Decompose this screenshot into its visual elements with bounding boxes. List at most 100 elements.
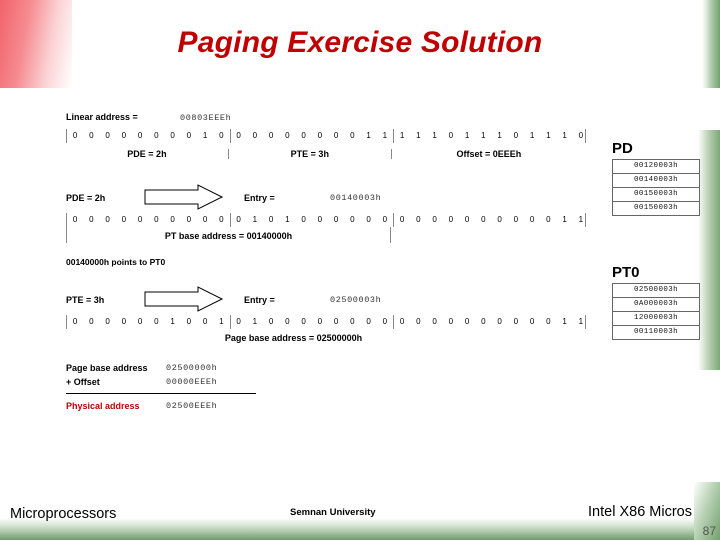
memory-entry-cell: 12000003h [613,312,699,326]
bit-cell: 1 [529,131,535,140]
right-arrow-icon [144,184,224,210]
bit-cells-row2: 0 0 0 0 0 0 0 0 0 0 0 1 0 1 0 0 0 0 0 0 0 0 0 0 0 0 0 0 0 0 1 1 [67,213,585,227]
bit-cell: 0 [497,215,502,224]
page-title: Paging Exercise Solution [177,26,543,59]
bit-group: 0 1 0 1 0 0 0 0 0 0 [229,213,394,227]
pte-entry-row: PTE = 3h Entry = 02500003h [66,285,586,315]
bit-cell: 0 [448,215,454,224]
bit-cell: 0 [464,317,470,326]
bit-cell: 0 [137,215,143,224]
bit-cell: 0 [416,317,421,326]
bit-cell: 1 [202,131,208,140]
bit-cells-row3: 0 0 0 0 0 0 1 0 0 1 0 1 0 0 0 0 0 0 0 0 0 0 0 0 0 0 0 0 0 0 1 1 [67,315,585,329]
bit-cell: 1 [416,131,421,140]
bit-cell: 0 [350,215,355,224]
pde-entry-row: PDE = 2h Entry = 00140003h [66,183,586,213]
sum-label-physical-address: Physical address [66,401,140,411]
bit-cell: 1 [285,215,290,224]
sum-line-offset: + Offset 00000EEEh [66,375,266,389]
bit-cell: 1 [562,317,567,326]
pd-table: 00120003h 00140003h 00150003h 00150003h [612,159,700,216]
bit-cell: 0 [529,215,535,224]
bit-cell: 0 [105,317,110,326]
pt-base-address-caption: PT base address = 00140000h [66,227,391,243]
bit-group: 0 0 0 0 0 0 0 0 1 1 [229,129,394,143]
pte-entry-label: PTE = 3h [66,295,105,305]
bit-cell: 0 [121,215,127,224]
bit-cell: 0 [546,215,551,224]
bit-cell: 0 [219,215,224,224]
bit-cell: 0 [202,317,208,326]
sum-value-page-base: 02500000h [166,363,218,373]
memory-entry-cell: 00110003h [633,328,679,336]
bit-cell: 0 [219,131,224,140]
bit-cell: 0 [432,317,437,326]
bit-cell: 0 [105,131,110,140]
bit-cell: 0 [301,215,306,224]
memory-entry-cell: 00140003h [613,174,699,188]
bit-cell: 1 [481,131,486,140]
bit-cell: 0 [72,317,78,326]
bit-cell: 0 [285,317,290,326]
footer-right-text: Intel X86 Micros [588,504,692,520]
sum-label-offset: + Offset [66,377,100,387]
bit-cell: 0 [382,317,388,326]
bit-cell: 0 [481,215,486,224]
bit-group: 0 0 0 0 0 0 0 0 0 0 [67,213,230,227]
pte-entry-value: 02500003h [330,295,382,305]
bit-cell: 0 [448,131,454,140]
decor-right-band [698,130,720,370]
bit-cell: 1 [546,131,551,140]
bit-cell: 1 [219,317,224,326]
bit-cell: 0 [137,317,143,326]
bit-group: 0 0 0 0 0 0 0 0 0 0 1 1 [393,213,589,227]
bit-cell: 0 [236,131,241,140]
pde-entry-bit-row: 0 0 0 0 0 0 0 0 0 0 0 1 0 1 0 0 0 0 0 0 0 0 0 0 0 0 0 0 0 0 1 1 [66,213,586,227]
field-offset: Offset = 0EEEh [390,149,586,159]
bit-cell: 0 [333,215,339,224]
bit-cell: 0 [481,317,486,326]
pte-entry-eq-label: Entry = [244,295,275,305]
paging-diagram: Linear address = 00803EEEh 0000000010000… [66,112,586,413]
field-pte: PTE = 3h [227,149,391,159]
pt0-table-container: PT0 02500003h 0A000003h 12000003h 00110003h [612,264,700,340]
bit-cell: 0 [236,215,241,224]
memory-entry-cell: 0A000003h [613,298,699,312]
bit-cell: 0 [416,215,421,224]
pte-entry-bit-row: 0 0 0 0 0 0 1 0 0 1 0 1 0 0 0 0 0 0 0 0 0 0 0 0 0 0 0 0 0 0 1 1 [66,315,586,329]
arrow-icon-2 [144,286,244,314]
bit-cell: 0 [121,317,127,326]
memory-entry-cell: 02500003h [613,284,699,298]
bit-cell: 0 [513,215,519,224]
bit-cell: 0 [154,215,159,224]
memory-entry-cell: 00150003h [633,204,679,212]
bit-cell: 0 [301,131,306,140]
bit-cell: 0 [513,131,519,140]
bit-cell: 0 [154,317,159,326]
bit-cell: 0 [285,131,290,140]
bit-cell: 1 [252,317,258,326]
bit-cell: 0 [350,317,355,326]
bit-cell: 1 [399,131,405,140]
arrow-icon [144,184,244,212]
bit-group: 0 1 0 0 0 0 0 0 0 0 [229,315,394,329]
pt0-table-title: PT0 [612,264,640,281]
bit-cell: 0 [529,317,535,326]
bit-cell: 0 [399,215,405,224]
bit-cell: 1 [464,131,470,140]
bit-cell: 1 [170,317,175,326]
bit-cell: 0 [268,317,274,326]
linear-address-header: Linear address = 00803EEEh [66,112,586,123]
pde-entry-value: 00140003h [330,193,382,203]
bit-cell: 0 [72,131,78,140]
bit-group: 0 0 0 0 0 0 0 0 0 0 1 1 [393,315,589,329]
bit-cell: 0 [202,215,208,224]
bit-cell: 0 [89,317,94,326]
bit-cell: 1 [578,317,584,326]
linear-address-label: Linear address = [66,112,138,122]
footer-center-text: Semnan University [290,507,376,518]
page-base-address-caption: Page base address = 02500000h [224,333,363,343]
bit-cell: 0 [513,317,519,326]
field-pde: PDE = 2h [127,149,167,159]
sum-divider-rule [66,393,256,394]
